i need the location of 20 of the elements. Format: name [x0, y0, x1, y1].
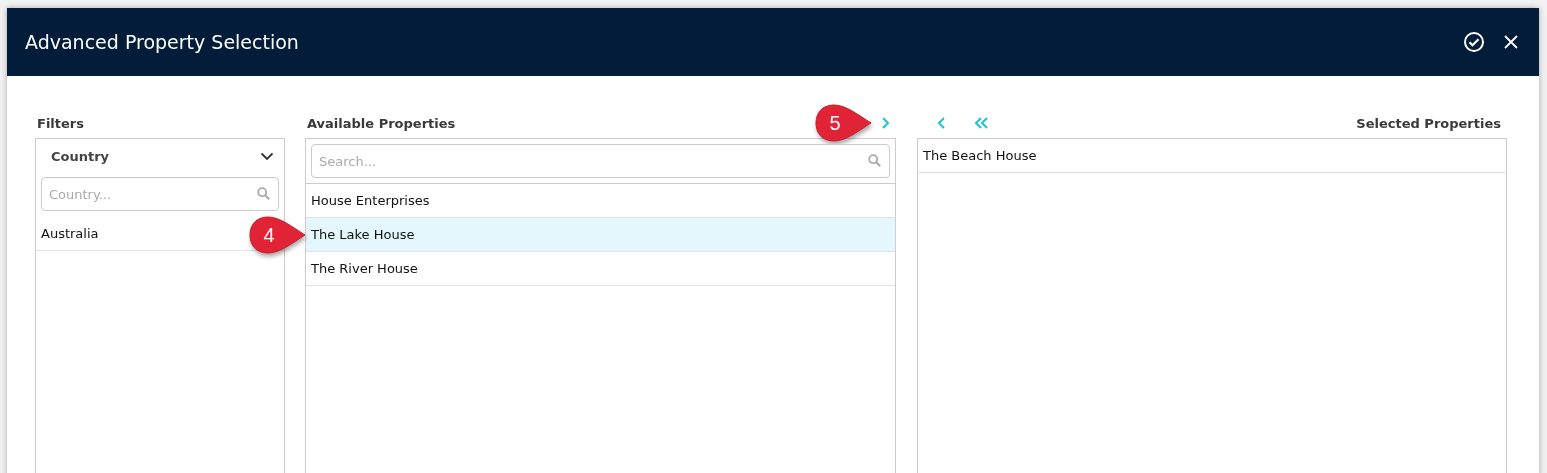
- double-chevron-left-icon[interactable]: [974, 116, 990, 130]
- chevron-icon: [260, 151, 274, 161]
- search-icon: [868, 154, 881, 167]
- callout-tooltip: 4: [248, 215, 306, 255]
- panel-heading: Selected Properties: [1356, 115, 1501, 131]
- callout-tooltip: 5: [814, 103, 872, 143]
- filter-group-header[interactable]: Country: [36, 139, 284, 173]
- chevron-left-icon[interactable]: [937, 116, 947, 130]
- search-field[interactable]: Country...: [41, 177, 279, 211]
- search-field[interactable]: Search...: [311, 144, 890, 178]
- panel-heading: Filters: [37, 115, 84, 131]
- check-circle-icon[interactable]: [1463, 31, 1485, 53]
- close-icon[interactable]: [1503, 34, 1519, 50]
- list-item[interactable]: The River House: [306, 252, 895, 286]
- search-icon: [257, 187, 270, 200]
- panel-heading: Available Properties: [307, 115, 456, 131]
- list-item[interactable]: The Beach House: [918, 139, 1506, 173]
- chevron-right-icon[interactable]: [880, 116, 890, 130]
- list-item[interactable]: The Lake House: [306, 218, 895, 252]
- window-title: Advanced Property Selection: [25, 31, 299, 53]
